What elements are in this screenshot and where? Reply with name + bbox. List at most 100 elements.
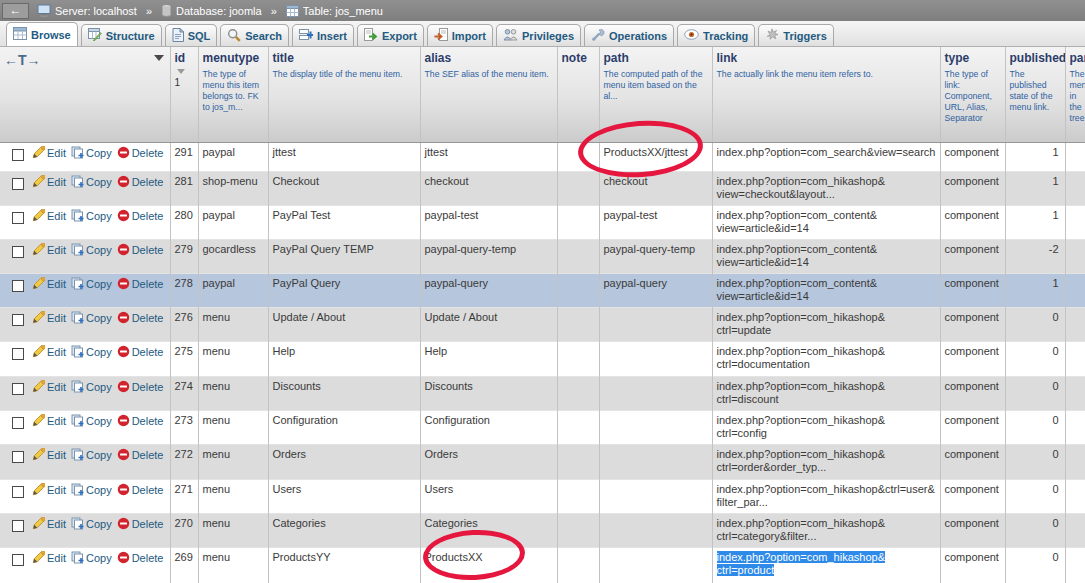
- row-checkbox[interactable]: [12, 280, 24, 292]
- back-button[interactable]: ←: [2, 3, 29, 19]
- copy-action[interactable]: Copy: [71, 146, 112, 162]
- edit-action[interactable]: Edit: [32, 551, 66, 567]
- copy-action[interactable]: Copy: [71, 311, 112, 327]
- sql-icon: [172, 28, 184, 44]
- cell-parent: [1065, 273, 1085, 307]
- edit-action[interactable]: Edit: [32, 345, 66, 361]
- column-header-link[interactable]: link The actually link the menu item ref…: [712, 47, 940, 142]
- cell-path: [599, 410, 712, 444]
- tab-browse[interactable]: Browse: [6, 22, 78, 46]
- delete-action[interactable]: Delete: [117, 175, 164, 191]
- row-checkbox[interactable]: [12, 212, 24, 224]
- copy-action[interactable]: Copy: [71, 448, 112, 464]
- row-checkbox[interactable]: [12, 520, 24, 532]
- row-checkbox[interactable]: [12, 348, 24, 360]
- delete-icon: [117, 243, 130, 259]
- copy-action[interactable]: Copy: [71, 414, 112, 430]
- row-checkbox[interactable]: [12, 149, 24, 161]
- copy-action[interactable]: Copy: [71, 277, 112, 293]
- column-comment: The menu in the tree.: [1070, 69, 1081, 124]
- delete-icon: [117, 414, 130, 430]
- copy-action[interactable]: Copy: [71, 209, 112, 225]
- cell-type: component: [940, 479, 1005, 513]
- delete-action[interactable]: Delete: [117, 209, 164, 225]
- copy-action[interactable]: Copy: [71, 380, 112, 396]
- tab-triggers[interactable]: Triggers: [758, 24, 833, 46]
- edit-action[interactable]: Edit: [32, 277, 66, 293]
- tab-privileges[interactable]: Privileges: [496, 24, 581, 46]
- row-checkbox[interactable]: [12, 314, 24, 326]
- row-checkbox[interactable]: [12, 486, 24, 498]
- edit-action[interactable]: Edit: [32, 146, 66, 162]
- cell-link: index.php?option=com_content& view=artic…: [712, 239, 940, 273]
- delete-icon: [117, 311, 130, 327]
- edit-action[interactable]: Edit: [32, 311, 66, 327]
- breadcrumb-server[interactable]: Server: localhost: [55, 5, 137, 17]
- cell-published: 0: [1005, 376, 1065, 410]
- tab-label: Import: [452, 30, 486, 42]
- delete-action[interactable]: Delete: [117, 311, 164, 327]
- copy-action[interactable]: Copy: [71, 483, 112, 499]
- table-row: EditCopyDelete 272 menu Orders Orders in…: [0, 444, 1085, 479]
- column-header-note[interactable]: note: [557, 47, 599, 142]
- edit-action[interactable]: Edit: [32, 517, 66, 533]
- row-checkbox[interactable]: [12, 178, 24, 190]
- copy-action[interactable]: Copy: [71, 345, 112, 361]
- row-checkbox[interactable]: [12, 246, 24, 258]
- tab-label: Insert: [317, 30, 347, 42]
- delete-action[interactable]: Delete: [117, 277, 164, 293]
- options-header[interactable]: ←T→: [0, 47, 170, 142]
- tab-export[interactable]: Export: [357, 24, 424, 46]
- row-checkbox[interactable]: [12, 383, 24, 395]
- cell-title: Update / About: [268, 307, 420, 341]
- cell-id: 280: [170, 205, 198, 239]
- column-comment: The actually link the menu item refers t…: [717, 69, 936, 80]
- tab-insert[interactable]: Insert: [292, 24, 354, 46]
- copy-action[interactable]: Copy: [71, 175, 112, 191]
- edit-action[interactable]: Edit: [32, 483, 66, 499]
- delete-action[interactable]: Delete: [117, 345, 164, 361]
- options-dropdown-icon[interactable]: [154, 55, 164, 61]
- row-checkbox[interactable]: [12, 451, 24, 463]
- tab-import[interactable]: Import: [427, 24, 493, 46]
- column-header-id[interactable]: id 1: [170, 47, 198, 142]
- copy-icon: [71, 175, 84, 191]
- delete-action[interactable]: Delete: [117, 448, 164, 464]
- row-actions-cell: Edit Copy Delete: [0, 307, 170, 341]
- column-header-parent[interactable]: parent The menu in the tree.: [1065, 47, 1085, 142]
- tab-sql[interactable]: SQL: [165, 24, 218, 46]
- delete-action[interactable]: Delete: [117, 243, 164, 259]
- column-header-alias[interactable]: alias The SEF alias of the menu item.: [420, 47, 557, 142]
- delete-action[interactable]: Delete: [117, 414, 164, 430]
- delete-action[interactable]: Delete: [117, 483, 164, 499]
- edit-action[interactable]: Edit: [32, 380, 66, 396]
- edit-action[interactable]: Edit: [32, 175, 66, 191]
- row-checkbox[interactable]: [12, 554, 24, 566]
- edit-action[interactable]: Edit: [32, 243, 66, 259]
- delete-action[interactable]: Delete: [117, 380, 164, 396]
- column-header-published[interactable]: published The published state of the men…: [1005, 47, 1065, 142]
- delete-action[interactable]: Delete: [117, 517, 164, 533]
- column-header-title[interactable]: title The display title of the menu item…: [268, 47, 420, 142]
- cell-parent: [1065, 171, 1085, 205]
- column-header-menutype[interactable]: menutype The type of menu this item belo…: [198, 47, 268, 142]
- tab-operations[interactable]: Operations: [584, 24, 674, 46]
- copy-action[interactable]: Copy: [71, 243, 112, 259]
- tab-tracking[interactable]: Tracking: [677, 24, 755, 46]
- row-checkbox[interactable]: [12, 417, 24, 429]
- delete-action[interactable]: Delete: [117, 146, 164, 162]
- cell-note: [557, 341, 599, 376]
- tab-structure[interactable]: Structure: [81, 24, 162, 46]
- breadcrumb-database[interactable]: Database: joomla: [176, 5, 262, 17]
- tab-search[interactable]: Search: [220, 24, 289, 46]
- edit-action[interactable]: Edit: [32, 448, 66, 464]
- copy-action[interactable]: Copy: [71, 551, 112, 567]
- copy-action[interactable]: Copy: [71, 517, 112, 533]
- breadcrumb-table[interactable]: Table: jos_menu: [303, 5, 383, 17]
- edit-action[interactable]: Edit: [32, 209, 66, 225]
- edit-action[interactable]: Edit: [32, 414, 66, 430]
- column-header-type[interactable]: type The type of link: Component, URL, A…: [940, 47, 1005, 142]
- cell-id: 275: [170, 341, 198, 376]
- delete-action[interactable]: Delete: [117, 551, 164, 567]
- cell-alias: Configuration: [420, 410, 557, 444]
